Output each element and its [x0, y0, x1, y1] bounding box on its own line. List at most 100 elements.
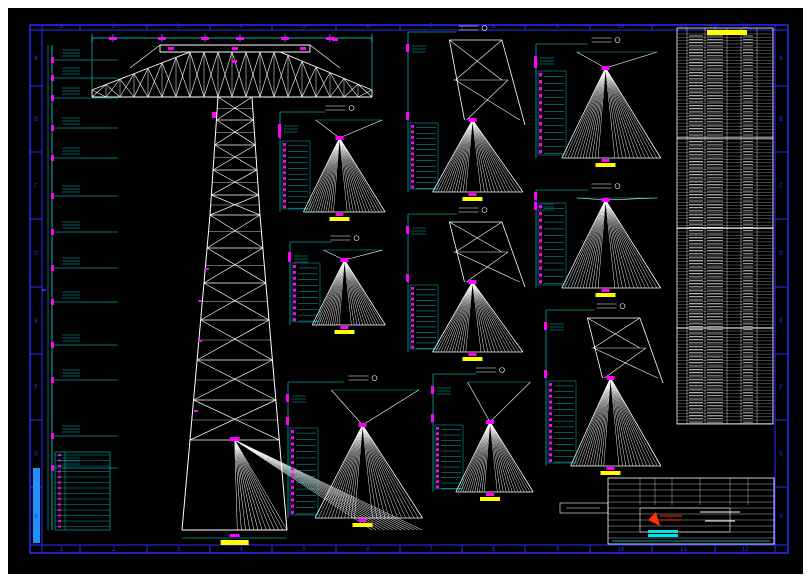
detail-list-marker [283, 205, 286, 209]
detail-list-marker [539, 136, 542, 140]
leg-table-marker [58, 503, 61, 506]
grid-row-label: D [34, 250, 38, 257]
body-marker [205, 268, 209, 270]
crossarm-dim-marker [201, 37, 209, 40]
level-marker [51, 299, 54, 305]
detail-list-marker [283, 171, 286, 175]
detail-list-marker [549, 412, 552, 416]
cad-drawing-sheet: 112233445566778899101011111212A AB BC CD DE E… [0, 0, 810, 583]
detail-list-marker [283, 188, 286, 192]
grid-row-label: C [779, 183, 783, 190]
detail-list-marker [436, 475, 439, 478]
detail-list-marker [291, 461, 294, 465]
leg-table-marker [58, 481, 61, 484]
detail-level-marker [286, 417, 289, 425]
detail-list-marker [283, 165, 286, 169]
detail-base-marker [340, 326, 349, 329]
detail-list-marker [283, 199, 286, 203]
detail-apex-marker [486, 420, 494, 424]
grid-column-label: 7 [429, 23, 433, 30]
crossarm-marker [332, 38, 338, 41]
detail-list-marker [291, 442, 294, 446]
detail-list-marker [411, 303, 414, 306]
grid-column-label: 6 [366, 546, 370, 553]
level-marker [51, 75, 54, 81]
detail-label-highlight [595, 293, 616, 297]
detail-level-marker [288, 252, 291, 260]
detail-apex-marker [606, 376, 615, 380]
detail-list-marker [291, 510, 294, 514]
detail-list-marker [539, 252, 542, 257]
detail-list-marker [411, 287, 414, 290]
level-marker [51, 433, 54, 439]
detail-list-marker [291, 454, 294, 458]
detail-level-marker [544, 370, 547, 378]
leg-table-marker [58, 498, 61, 500]
detail-list-marker [436, 432, 439, 435]
detail-list-marker [291, 467, 294, 471]
detail-base-marker [601, 159, 610, 162]
detail-list-marker [411, 130, 414, 134]
detail-list-marker [283, 194, 286, 197]
detail-list-marker [539, 239, 542, 243]
detail-list-marker [539, 205, 542, 209]
detail-apex-marker [340, 258, 349, 262]
detail-list-marker [539, 101, 542, 105]
detail-list-marker [539, 115, 542, 119]
title-block-cyan-bar [648, 530, 678, 533]
detail-list-marker [411, 345, 414, 349]
detail-list-marker [549, 394, 552, 398]
grid-column-label: 8 [492, 546, 496, 553]
detail-list-marker [293, 276, 296, 280]
grid-column-label: 11 [680, 23, 688, 30]
level-marker [51, 377, 54, 383]
detail-list-marker [411, 147, 414, 150]
level-marker [51, 57, 54, 63]
detail-list-marker [411, 297, 414, 301]
detail-list-marker [411, 152, 414, 156]
detail-list-marker [539, 211, 542, 216]
grid-row-label: H [779, 513, 783, 520]
grid-row-label: E [779, 318, 783, 325]
detail-level-marker [406, 44, 409, 52]
leg-table-marker [58, 465, 61, 467]
detail-label-highlight [352, 523, 373, 527]
detail-list-marker [539, 94, 542, 98]
detail-list-marker [293, 300, 296, 304]
detail-base-marker [601, 289, 610, 292]
grid-row-label: G [779, 451, 783, 458]
detail-list-marker [411, 125, 414, 128]
detail-list-marker [283, 160, 286, 163]
detail-label-highlight [334, 330, 355, 334]
detail-base-marker [335, 213, 344, 216]
detail-level-marker [544, 322, 547, 330]
body-marker [198, 340, 202, 342]
detail-list-marker [549, 406, 552, 410]
grid-column-label: 5 [302, 23, 306, 30]
detail-apex-marker [468, 118, 477, 122]
detail-level-marker [406, 226, 409, 234]
detail-list-marker [549, 429, 552, 433]
detail-list-marker [411, 185, 414, 189]
detail-apex-marker [468, 280, 477, 284]
detail-list-marker [549, 447, 552, 451]
grid-row-label: H [34, 513, 38, 520]
detail-list-marker [539, 246, 542, 250]
detail-list-marker [293, 288, 296, 292]
level-marker [51, 229, 54, 235]
leg-table-marker [58, 492, 61, 495]
leg-table-marker [58, 520, 61, 522]
grid-row-label: B [779, 116, 783, 123]
grid-column-label: 9 [556, 23, 560, 30]
detail-list-marker [436, 448, 439, 451]
title-block-cyan-bar [648, 534, 678, 537]
detail-list-marker [539, 122, 542, 126]
grid-column-label: 10 [617, 23, 625, 30]
detail-apex-marker [358, 423, 367, 427]
detail-list-marker [539, 129, 542, 133]
level-marker [51, 342, 54, 348]
leg-table-marker [58, 514, 61, 517]
detail-list-marker [539, 225, 542, 229]
leg-table-marker [58, 476, 61, 478]
detail-list-marker [436, 443, 439, 446]
